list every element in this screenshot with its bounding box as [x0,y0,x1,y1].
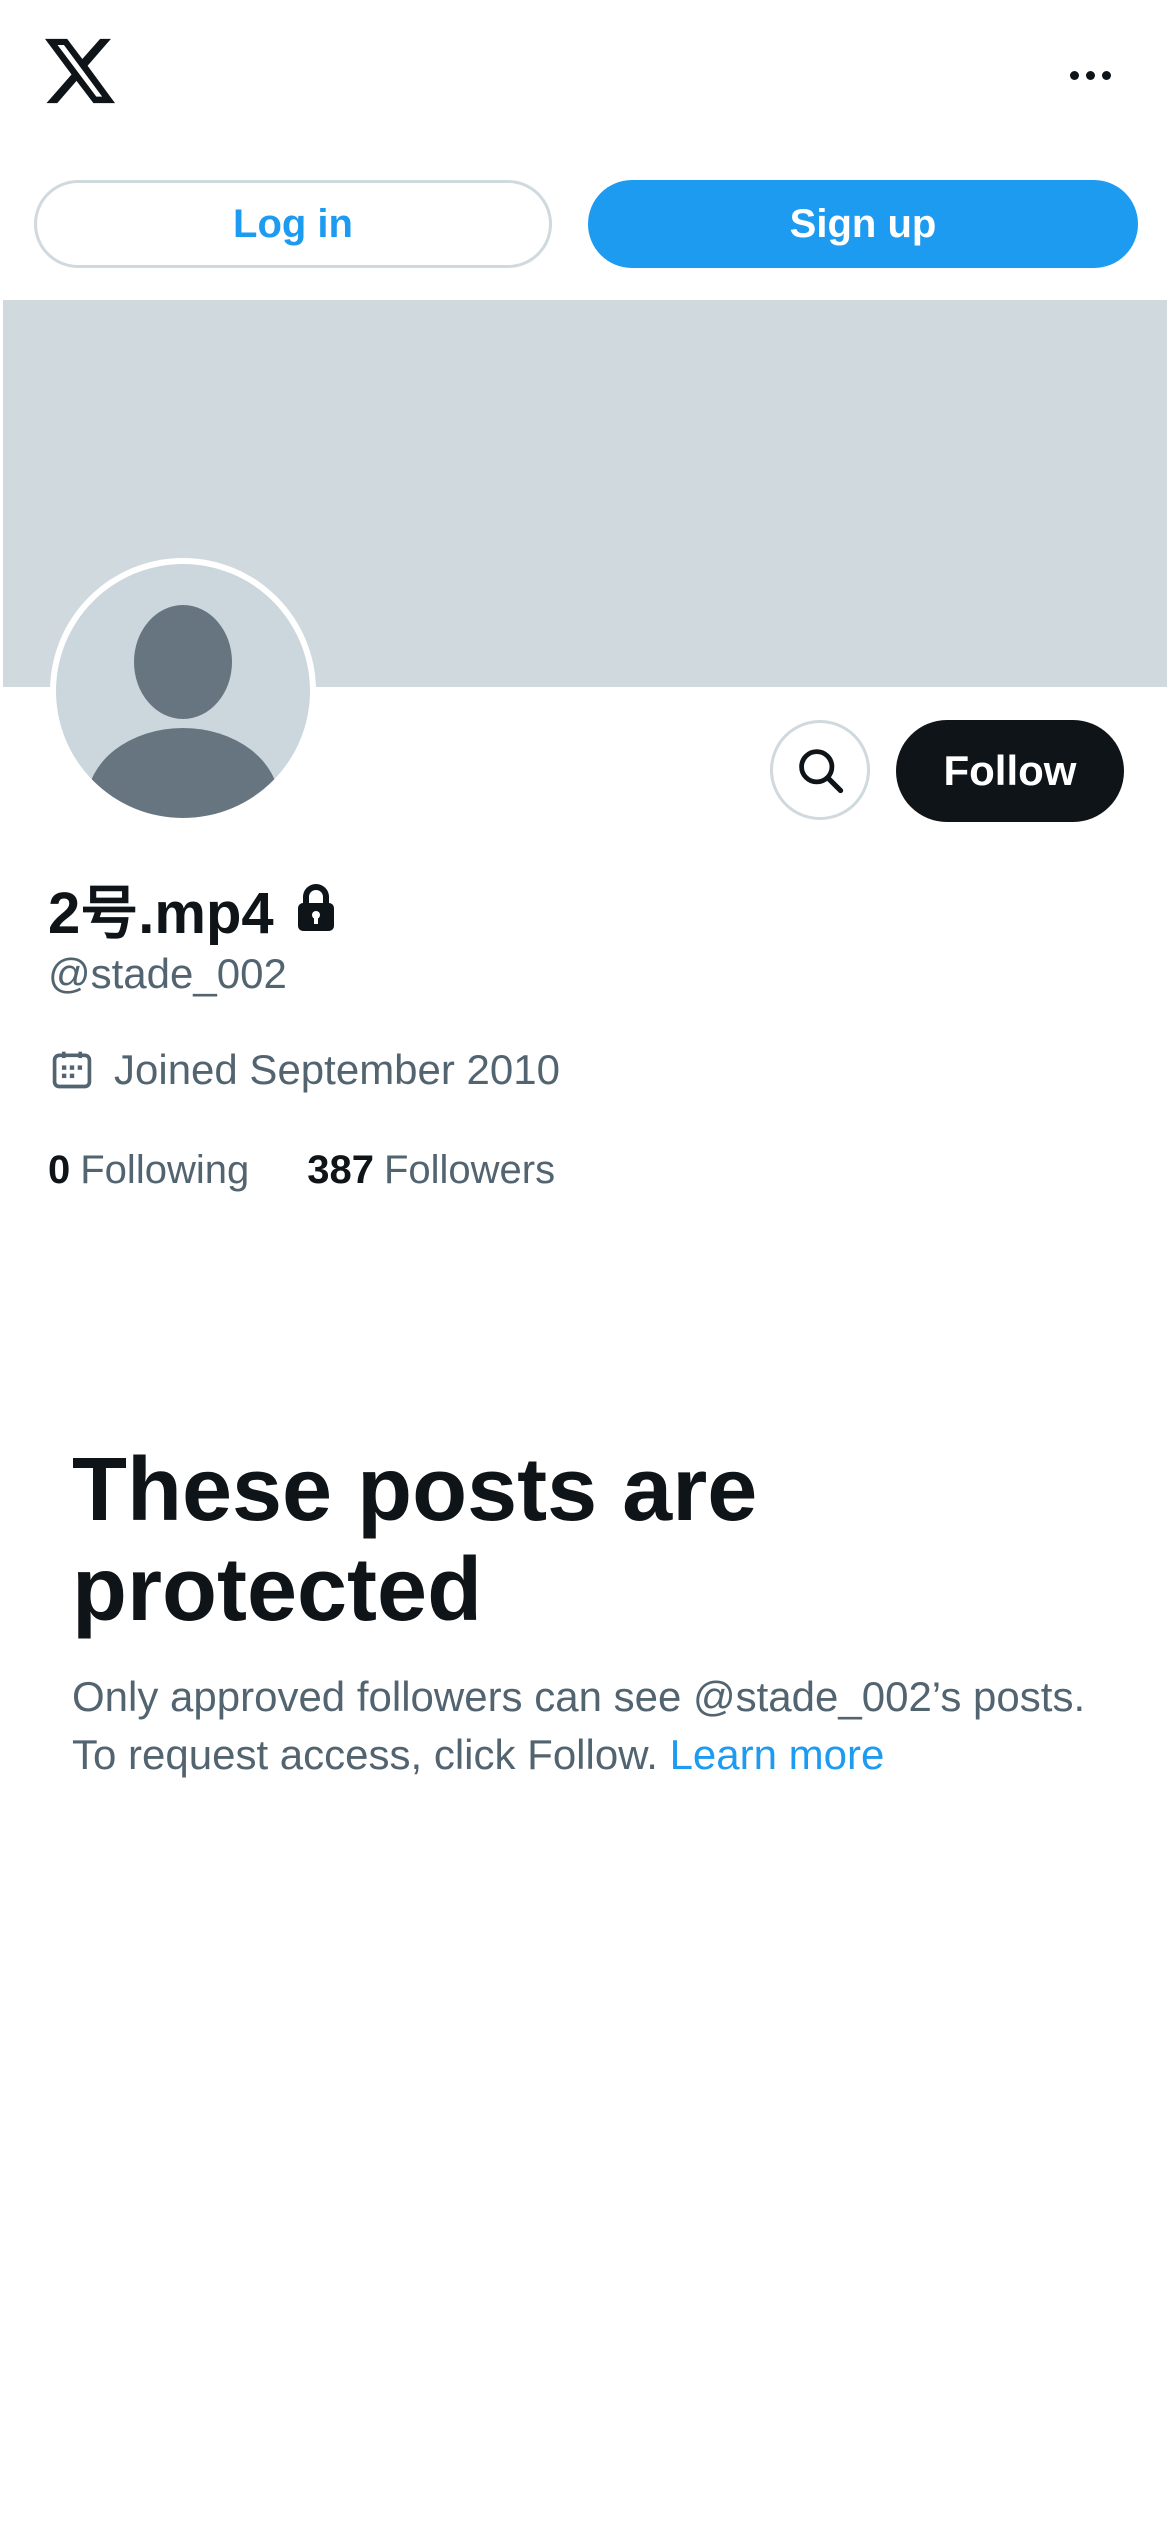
search-icon [799,749,844,794]
protected-posts-title: These posts are protected [72,1440,758,1640]
avatar[interactable] [50,558,316,824]
followers-link[interactable]: 387 Followers [307,1148,555,1193]
calendar-icon [52,1051,92,1089]
learn-more-link[interactable]: Learn more [670,1731,885,1778]
followers-label: Followers [383,1147,556,1192]
protected-posts-message: Only approved followers can see @stade_0… [72,1668,1112,1784]
following-link[interactable]: 0 Following [48,1148,249,1193]
x-logo-icon[interactable] [45,38,115,104]
signup-button[interactable]: Sign up [588,180,1138,268]
dot [1085,70,1095,80]
search-profile-button[interactable] [770,720,870,820]
login-button[interactable]: Log in [34,180,552,268]
follow-stats: 0 Following 387 Followers [48,1140,555,1200]
dot [1101,70,1111,80]
followers-count: 387 [307,1147,374,1192]
dot [1069,70,1079,80]
protected-message-text: Only approved followers can see @stade_0… [72,1673,1086,1778]
name-row: 2号.mp4 [48,868,336,948]
display-name: 2号.mp4 [48,881,274,946]
following-label: Following [80,1147,250,1192]
joined-date: Joined September 2010 [114,1046,560,1093]
joined-date-row: Joined September 2010 [50,1040,560,1100]
more-options-icon[interactable] [1055,50,1125,100]
profile-handle: @stade_002 [48,950,287,997]
lock-icon [296,883,336,933]
default-avatar-icon [56,564,310,818]
follow-button[interactable]: Follow [896,720,1124,822]
following-count: 0 [48,1147,71,1192]
top-bar [0,0,1170,150]
